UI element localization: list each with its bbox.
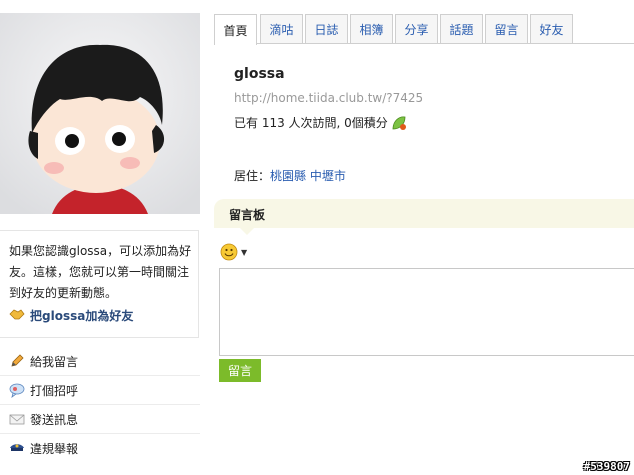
divider [0,375,200,376]
message-textarea[interactable] [219,268,634,356]
friend-intro-text: 如果您認識glossa，可以添加為好友。這樣，您就可以第一時間關注到好友的更新動… [9,244,192,300]
tab-home[interactable]: 首頁 [214,14,257,45]
action-label: 給我留言 [30,354,79,369]
smiley-icon [220,243,238,261]
add-friend-label: 把glossa加為好友 [30,309,134,323]
chat-bubble-icon [9,382,25,398]
submit-message-button[interactable]: 留言 [219,359,261,382]
emoji-picker-button[interactable]: ▼ [220,243,247,261]
leave-message-action[interactable]: 給我留言 [9,349,199,373]
leaf-points-icon [391,115,407,131]
say-hello-action[interactable]: 打個招呼 [9,378,199,402]
add-friend-link[interactable]: 把glossa加為好友 [9,307,133,324]
divider [0,433,200,434]
friend-intro-box: 如果您認識glossa，可以添加為好友。這樣，您就可以第一時間關注到好友的更新動… [0,230,199,338]
visit-count-text: 已有 113 人次訪問, 0個積分 [234,116,388,130]
handshake-icon [9,307,25,324]
profile-home-url: http://home.tiida.club.tw/?7425 [234,91,424,105]
divider [0,404,200,405]
tab-album[interactable]: 相簿 [350,14,393,43]
police-cap-icon [9,440,25,456]
message-board-header: 留言板 [214,199,634,235]
residence-city-link[interactable]: 中壢市 [310,169,346,183]
message-board-title: 留言板 [229,208,266,222]
action-label: 打個招呼 [30,383,79,398]
residence-county-link[interactable]: 桃園縣 [270,169,306,183]
action-label: 發送訊息 [30,412,79,427]
header-pointer [240,228,254,235]
profile-username: glossa [234,66,285,82]
tab-blog[interactable]: 日誌 [305,14,348,43]
tab-share[interactable]: 分享 [395,14,438,43]
pencil-icon [9,353,25,369]
tab-messages[interactable]: 留言 [485,14,528,43]
profile-visits: 已有 113 人次訪問, 0個積分 [234,114,407,131]
residence-label: 居住： [234,169,271,183]
tab-topics[interactable]: 話題 [440,14,483,43]
send-message-action[interactable]: 發送訊息 [9,407,199,431]
report-abuse-action[interactable]: 違規舉報 [9,436,199,460]
chevron-down-icon: ▼ [241,247,248,257]
avatar-cartoon-image [0,13,200,214]
envelope-icon [9,411,25,427]
tab-doodle[interactable]: 滴咕 [260,14,303,43]
nav-tab-bar: 首頁 滴咕 日誌 相簿 分享 話題 留言 好友 [214,13,634,45]
profile-residence: 居住：桃園縣 中壢市 [234,167,346,184]
tab-friends[interactable]: 好友 [530,14,573,43]
action-label: 違規舉報 [30,441,79,456]
avatar [0,13,200,214]
image-id-watermark: #539807 [583,460,630,473]
